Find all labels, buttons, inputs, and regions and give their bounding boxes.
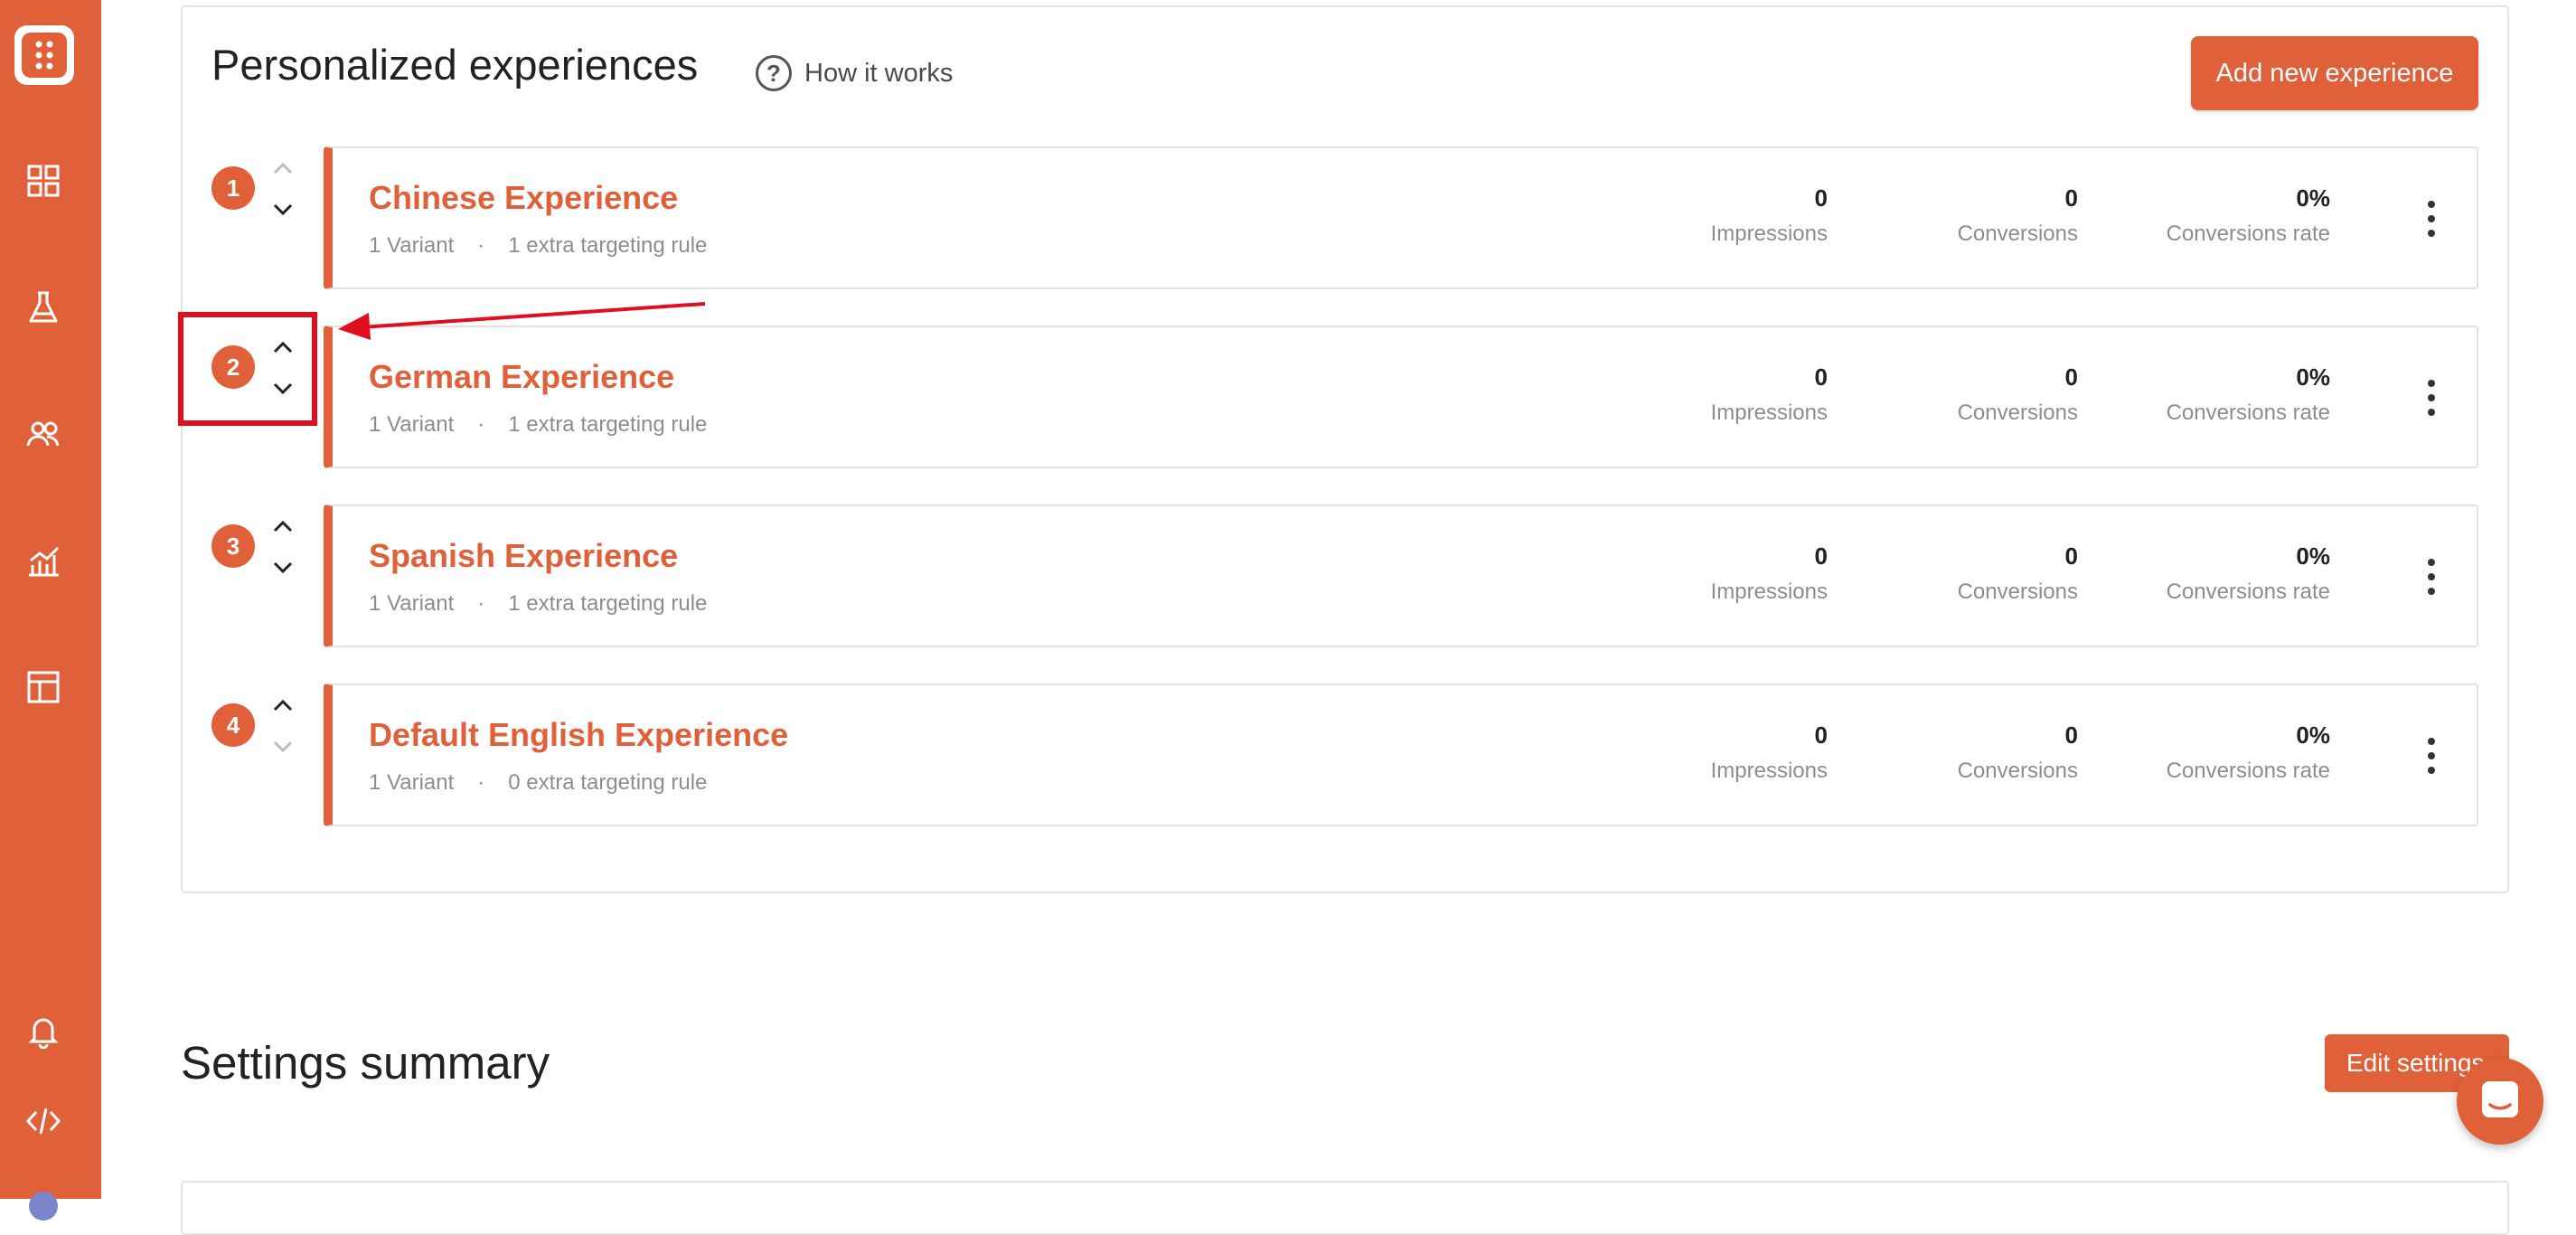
move-down-icon[interactable] — [269, 201, 296, 219]
conversion-rate-label: Conversions rate — [2166, 222, 2330, 246]
impressions-label: Impressions — [1710, 759, 1828, 783]
conversions-value: 0 — [2064, 542, 2078, 570]
variant-count: 1 Variant — [369, 770, 455, 795]
code-icon[interactable] — [25, 1103, 61, 1139]
conversion-rate-value: 0% — [2296, 721, 2330, 749]
question-icon: ? — [756, 55, 792, 91]
impressions-value: 0 — [1814, 721, 1828, 749]
move-down-icon[interactable] — [269, 559, 296, 577]
conversion-rate-value: 0% — [2296, 542, 2330, 570]
settings-summary-title: Settings summary — [181, 1037, 550, 1089]
conversions-label: Conversions — [1957, 580, 2078, 604]
conversion-rate-stat: 0% Conversions rate — [2167, 721, 2330, 784]
conversions-label: Conversions — [1957, 222, 2078, 246]
impressions-label: Impressions — [1710, 222, 1828, 246]
experience-meta: 1 Variant · 1 extra targeting rule — [369, 412, 707, 438]
experience-card[interactable]: Default English Experience 1 Variant · 0… — [324, 683, 2478, 826]
move-up-icon[interactable] — [269, 159, 296, 177]
experience-row: 3 Spanish Experience 1 Variant · 1 extra… — [0, 504, 2576, 647]
bell-icon[interactable] — [25, 1013, 61, 1049]
move-up-icon[interactable] — [269, 696, 296, 714]
page-title: Personalized experiences — [212, 41, 699, 89]
conversions-stat: 0 Conversions — [1958, 542, 2078, 605]
conversions-value: 0 — [2064, 721, 2078, 749]
conversion-rate-label: Conversions rate — [2166, 580, 2330, 604]
meta-separator: · — [477, 770, 485, 795]
avatar[interactable] — [29, 1192, 58, 1221]
conversions-stat: 0 Conversions — [1958, 721, 2078, 784]
experience-meta: 1 Variant · 0 extra targeting rule — [369, 770, 707, 796]
experience-meta: 1 Variant · 1 extra targeting rule — [369, 233, 707, 259]
conversions-label: Conversions — [1957, 759, 2078, 783]
app-logo-icon[interactable] — [14, 25, 74, 85]
experience-card[interactable]: Spanish Experience 1 Variant · 1 extra t… — [324, 504, 2478, 647]
experience-name[interactable]: German Experience — [369, 358, 674, 396]
experience-name[interactable]: Spanish Experience — [369, 537, 678, 575]
experience-card[interactable]: Chinese Experience 1 Variant · 1 extra t… — [324, 146, 2478, 289]
meta-separator: · — [477, 412, 485, 437]
experience-name[interactable]: Chinese Experience — [369, 179, 678, 217]
annotation-arrow-icon — [338, 302, 706, 340]
experience-row: 2 German Experience 1 Variant · 1 extra … — [0, 325, 2576, 468]
impressions-value: 0 — [1814, 542, 1828, 570]
meta-separator: · — [477, 233, 485, 258]
annotation-highlight-box — [178, 312, 317, 426]
experience-card[interactable]: German Experience 1 Variant · 1 extra ta… — [324, 325, 2478, 468]
impressions-value: 0 — [1814, 363, 1828, 391]
experience-row: 4 Default English Experience 1 Variant ·… — [0, 683, 2576, 826]
more-options-icon[interactable] — [2426, 380, 2437, 420]
flask-icon[interactable] — [25, 289, 61, 325]
impressions-stat: 0 Impressions — [1711, 184, 1828, 247]
add-new-experience-button[interactable]: Add new experience — [2191, 36, 2478, 110]
conversion-rate-stat: 0% Conversions rate — [2167, 184, 2330, 247]
how-it-works-label: How it works — [804, 58, 954, 88]
move-up-icon[interactable] — [269, 517, 296, 535]
conversion-rate-label: Conversions rate — [2166, 759, 2330, 783]
impressions-stat: 0 Impressions — [1711, 721, 1828, 784]
conversions-value: 0 — [2064, 363, 2078, 391]
conversions-label: Conversions — [1957, 401, 2078, 425]
conversion-rate-stat: 0% Conversions rate — [2167, 542, 2330, 605]
more-options-icon[interactable] — [2426, 201, 2437, 240]
targeting-rules: 1 extra targeting rule — [508, 591, 708, 616]
priority-badge: 3 — [212, 524, 255, 568]
conversion-rate-value: 0% — [2296, 363, 2330, 391]
priority-badge: 4 — [212, 703, 255, 747]
impressions-value: 0 — [1814, 184, 1828, 212]
conversions-value: 0 — [2064, 184, 2078, 212]
variant-count: 1 Variant — [369, 412, 455, 437]
conversions-stat: 0 Conversions — [1958, 363, 2078, 426]
impressions-label: Impressions — [1710, 401, 1828, 425]
how-it-works-link[interactable]: ? How it works — [756, 54, 953, 92]
more-options-icon[interactable] — [2426, 559, 2437, 599]
experience-meta: 1 Variant · 1 extra targeting rule — [369, 591, 707, 617]
priority-badge: 1 — [212, 166, 255, 210]
conversion-rate-value: 0% — [2296, 184, 2330, 212]
variant-count: 1 Variant — [369, 591, 455, 616]
chat-launcher-icon[interactable] — [2457, 1058, 2543, 1145]
targeting-rules: 1 extra targeting rule — [508, 412, 708, 437]
targeting-rules: 1 extra targeting rule — [508, 233, 708, 258]
experience-name[interactable]: Default English Experience — [369, 716, 788, 754]
impressions-stat: 0 Impressions — [1711, 542, 1828, 605]
meta-separator: · — [477, 591, 485, 616]
conversion-rate-label: Conversions rate — [2166, 401, 2330, 425]
variant-count: 1 Variant — [369, 233, 455, 258]
conversion-rate-stat: 0% Conversions rate — [2167, 363, 2330, 426]
impressions-stat: 0 Impressions — [1711, 363, 1828, 426]
experience-row: 1 Chinese Experience 1 Variant · 1 extra… — [0, 146, 2576, 289]
move-down-icon[interactable] — [269, 738, 296, 756]
more-options-icon[interactable] — [2426, 738, 2437, 778]
conversions-stat: 0 Conversions — [1958, 184, 2078, 247]
impressions-label: Impressions — [1710, 580, 1828, 604]
targeting-rules: 0 extra targeting rule — [508, 770, 708, 795]
settings-summary-card — [181, 1181, 2509, 1235]
